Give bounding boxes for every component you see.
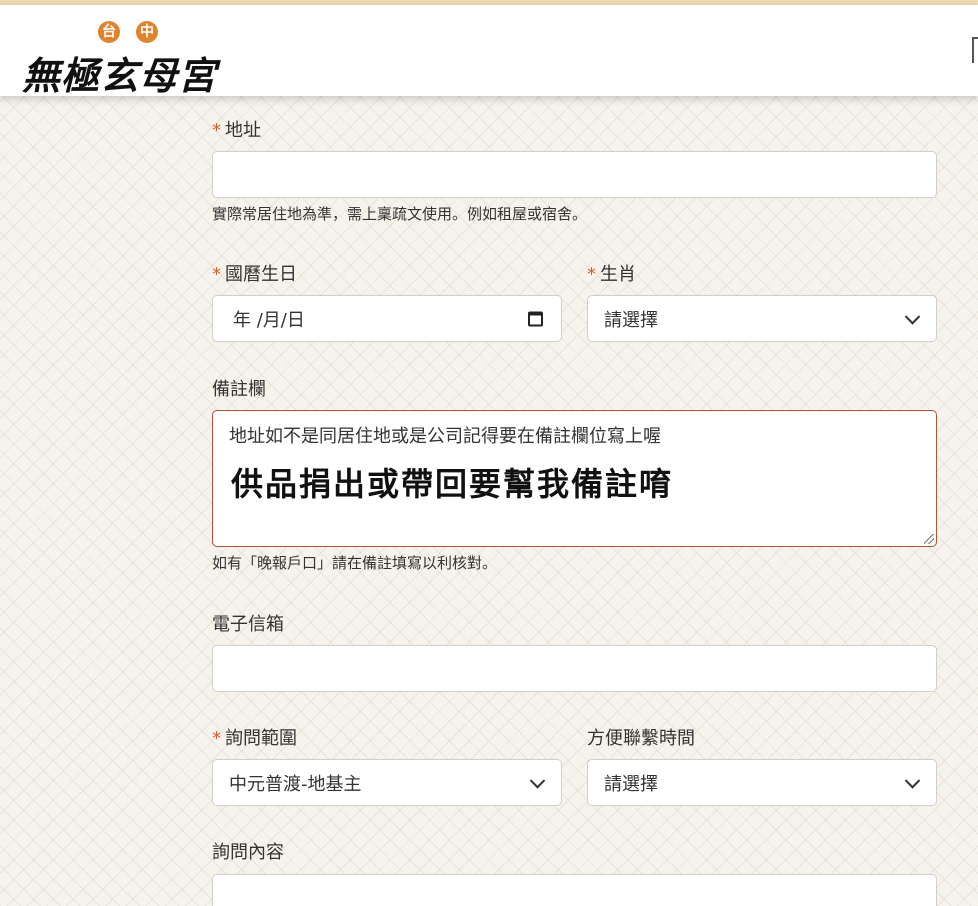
remarks-line-2: 供品捐出或帶回要幫我備註唷 — [231, 465, 674, 503]
inquiry-scope-label-text: 詢問範圍 — [225, 728, 297, 749]
zodiac-label-text: 生肖 — [600, 264, 636, 285]
required-mark: * — [212, 728, 221, 749]
logo-text: 無極玄母宮 — [22, 53, 218, 98]
inquiry-scope-select[interactable]: 中元普渡-地基主 — [212, 759, 562, 806]
address-label-text: 地址 — [225, 120, 261, 141]
address-help: 實際常居住地為準，需上稟疏文使用。例如租屋或宿舍。 — [212, 205, 588, 223]
inquiry-scope-label: * 詢問範圍 — [212, 724, 297, 750]
required-mark: * — [212, 120, 221, 141]
zodiac-select[interactable]: 請選擇 — [587, 295, 937, 342]
address-label: * 地址 — [212, 116, 261, 142]
required-mark: * — [587, 264, 596, 285]
logo-badge-tai: 台 — [98, 21, 120, 43]
birthday-date-input[interactable]: 年 /月/日 — [212, 295, 562, 342]
inquiry-content-textarea[interactable] — [212, 874, 937, 906]
site-header: 台 中 無極玄母宮 — [0, 5, 978, 98]
email-label: 電子信箱 — [212, 614, 284, 635]
remarks-label: 備註欄 — [212, 379, 266, 400]
resize-grip-icon[interactable] — [924, 534, 934, 544]
site-logo[interactable]: 台 中 無極玄母宮 — [22, 15, 242, 98]
chevron-down-icon — [529, 772, 546, 789]
required-mark: * — [212, 264, 221, 285]
chevron-down-icon — [904, 772, 921, 789]
remarks-line-1: 地址如不是同居住地或是公司記得要在備註欄位寫上喔 — [229, 426, 661, 447]
chevron-down-icon — [904, 308, 921, 325]
contact-time-label: 方便聯繫時間 — [587, 728, 695, 749]
zodiac-label: * 生肖 — [587, 260, 636, 286]
email-field[interactable] — [212, 645, 937, 692]
calendar-icon[interactable] — [528, 311, 543, 326]
zodiac-selected: 請選擇 — [604, 309, 658, 331]
remarks-help: 如有「晚報戶口」請在備註填寫以利核對。 — [212, 554, 498, 572]
address-input[interactable] — [212, 151, 937, 198]
inquiry-content-label: 詢問內容 — [212, 842, 284, 863]
contact-time-select[interactable]: 請選擇 — [587, 759, 937, 806]
birthday-placeholder: 年 /月/日 — [233, 309, 305, 331]
logo-badge-zhong: 中 — [136, 21, 158, 43]
contact-time-selected: 請選擇 — [604, 773, 658, 795]
inquiry-scope-selected: 中元普渡-地基主 — [229, 773, 362, 795]
birthday-label-text: 國曆生日 — [225, 264, 297, 285]
remarks-textarea[interactable]: 地址如不是同居住地或是公司記得要在備註欄位寫上喔 供品捐出或帶回要幫我備註唷 — [212, 410, 937, 547]
nav-menu-edge[interactable] — [972, 37, 978, 63]
birthday-label: * 國曆生日 — [212, 260, 297, 286]
